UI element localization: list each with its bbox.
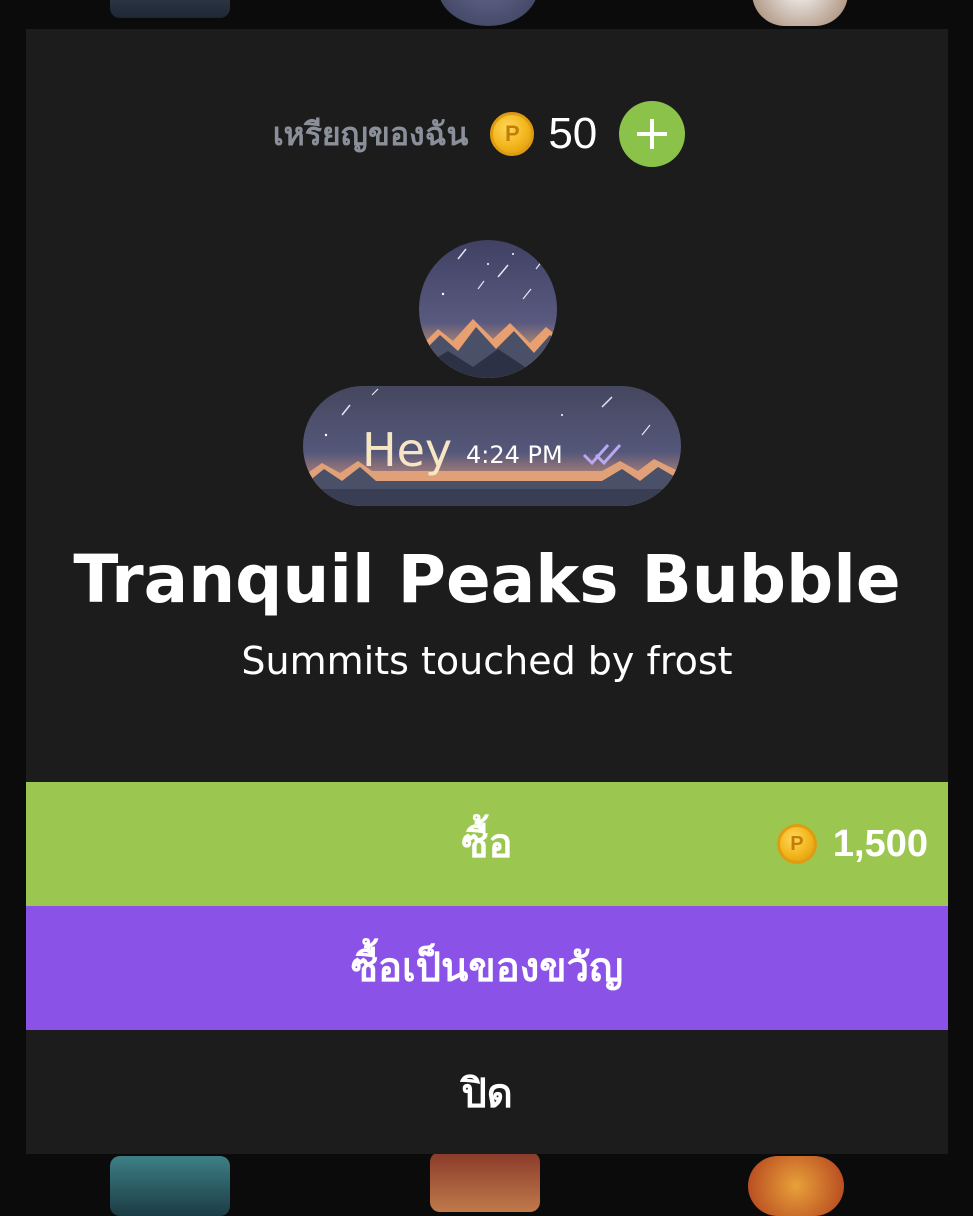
add-coins-button[interactable]	[619, 101, 686, 167]
background-item-thumbnail	[110, 1156, 230, 1216]
plus-icon	[637, 119, 668, 149]
bubble-message-time: 4:24 PM	[466, 441, 563, 469]
price-value: 1,500	[832, 822, 928, 865]
bubble-message-text: Hey	[362, 423, 453, 477]
double-check-icon	[582, 444, 622, 466]
background-item-thumbnail	[430, 1152, 540, 1212]
close-button[interactable]: ปิด	[26, 1030, 948, 1154]
background-item-thumbnail	[110, 0, 230, 18]
item-title: Tranquil Peaks Bubble	[73, 541, 901, 618]
wallet-balance-row: เหรียญของฉัน P 50	[26, 99, 948, 169]
bubble-preview-avatar	[419, 240, 557, 378]
wallet-label: เหรียญของฉัน	[272, 114, 469, 153]
background-item-thumbnail	[438, 0, 538, 26]
wallet-balance: 50	[548, 109, 598, 158]
background-item-thumbnail	[748, 1156, 844, 1216]
purchase-dialog: เหรียญของฉัน P 50 Hey 4:24 PM Tranquil P…	[26, 29, 948, 1154]
buy-button[interactable]: ซื้อ P 1,500	[26, 782, 948, 906]
background-item-thumbnail	[752, 0, 848, 26]
coin-icon: P	[776, 824, 817, 864]
price-tag: P 1,500	[776, 782, 928, 906]
buy-as-gift-button[interactable]: ซื้อเป็นของขวัญ	[26, 906, 948, 1030]
coin-icon: P	[490, 112, 535, 156]
item-subtitle: Summits touched by frost	[241, 639, 733, 683]
